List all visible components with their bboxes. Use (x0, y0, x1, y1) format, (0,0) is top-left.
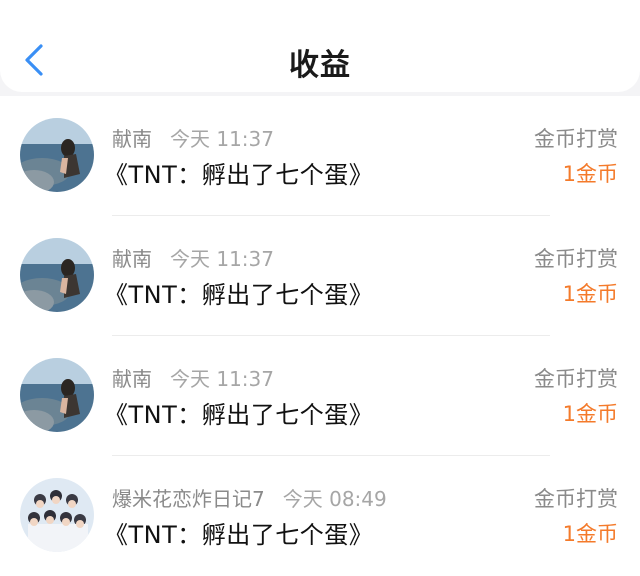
list-item[interactable]: 献南 今天 11:37 《TNT：孵出了七个蛋》 金币打赏 1金币 (0, 96, 640, 216)
sender-row: 爆米花恋炸日记7 今天 08:49 (112, 483, 387, 512)
reward-type: 金币打赏 (534, 247, 618, 271)
timestamp: 今天 08:49 (282, 487, 387, 511)
sender-name: 爆米花恋炸日记7 (112, 487, 265, 511)
reward-type: 金币打赏 (534, 367, 618, 391)
avatar[interactable] (20, 478, 94, 552)
reward-type: 金币打赏 (534, 127, 618, 151)
timestamp: 今天 11:37 (170, 247, 274, 271)
avatar[interactable] (20, 238, 94, 312)
timestamp: 今天 11:37 (170, 127, 274, 151)
sender-row: 献南 今天 11:37 (112, 243, 274, 272)
sender-name: 献南 (112, 247, 152, 271)
reward-amount: 1金币 (562, 522, 618, 546)
timestamp: 今天 11:37 (170, 367, 274, 391)
work-title: 《TNT：孵出了七个蛋》 (104, 401, 374, 429)
list-item[interactable]: 献南 今天 11:37 《TNT：孵出了七个蛋》 金币打赏 1金币 (0, 336, 640, 456)
earnings-list: 献南 今天 11:37 《TNT：孵出了七个蛋》 金币打赏 1金币 献南 今天 11… (0, 96, 640, 576)
sender-name: 献南 (112, 127, 152, 151)
avatar[interactable] (20, 358, 94, 432)
sender-row: 献南 今天 11:37 (112, 123, 274, 152)
sender-name: 献南 (112, 367, 152, 391)
page-title: 收益 (289, 48, 351, 83)
reward-type: 金币打赏 (534, 487, 618, 511)
reward-amount: 1金币 (562, 402, 618, 426)
work-title: 《TNT：孵出了七个蛋》 (104, 161, 374, 189)
list-item[interactable]: 爆米花恋炸日记7 今天 08:49 《TNT：孵出了七个蛋》 金币打赏 1金币 (0, 456, 640, 576)
avatar[interactable] (20, 118, 94, 192)
work-title: 《TNT：孵出了七个蛋》 (104, 281, 374, 309)
work-title: 《TNT：孵出了七个蛋》 (104, 521, 374, 549)
list-item[interactable]: 献南 今天 11:37 《TNT：孵出了七个蛋》 金币打赏 1金币 (0, 216, 640, 336)
reward-amount: 1金币 (562, 162, 618, 186)
sender-row: 献南 今天 11:37 (112, 363, 274, 392)
header: 收益 (0, 0, 640, 92)
reward-amount: 1金币 (562, 282, 618, 306)
